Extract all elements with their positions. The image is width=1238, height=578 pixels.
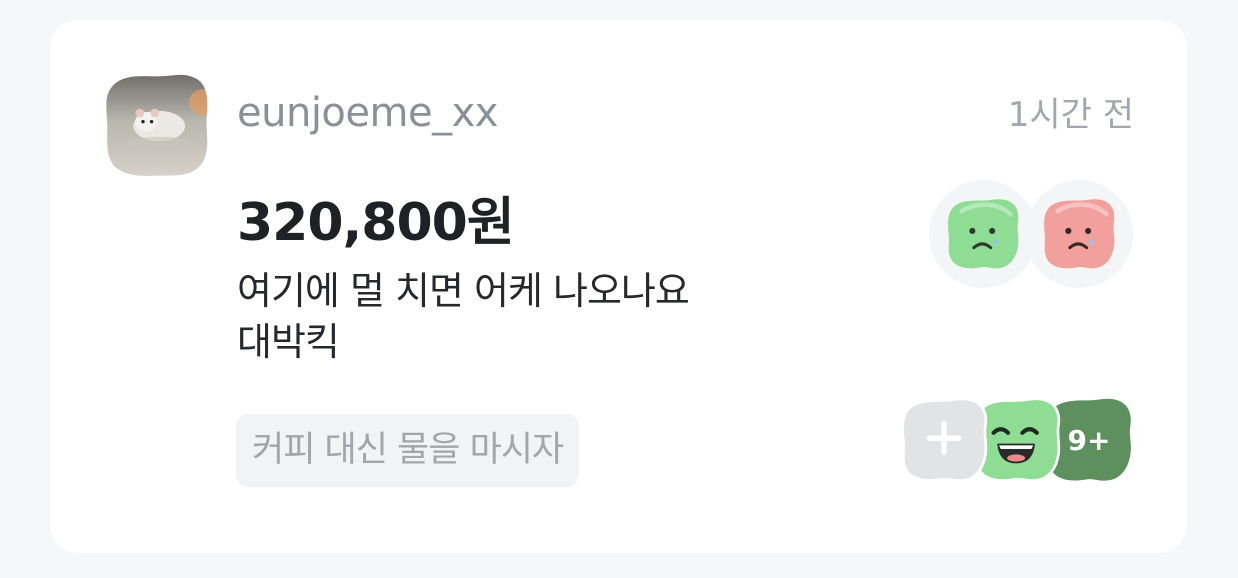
category-tag[interactable]: 커피 대신 물을 마시자: [236, 414, 580, 487]
memo-line: 여기에 멀 치면 어케 나오나요: [237, 269, 690, 313]
memo-text: 여기에 멀 치면 어케 나오나요 대박킥: [237, 266, 857, 368]
user-avatar[interactable]: [103, 72, 211, 180]
memo-line: 대박킥: [237, 320, 340, 364]
timestamp: 1시간 전: [1007, 95, 1134, 135]
username[interactable]: eunjoeme_xx: [237, 90, 498, 136]
amount: 320,800원: [237, 193, 515, 253]
sad-green-face-icon: [948, 199, 1019, 269]
sad-red-face-icon: [1044, 199, 1115, 269]
plus-icon: [901, 397, 988, 482]
sad-green-reaction-button[interactable]: [929, 180, 1037, 288]
hamster-avatar-icon: [106, 74, 208, 176]
add-reaction-button[interactable]: [899, 395, 989, 485]
sad-red-reaction-button[interactable]: [1025, 180, 1133, 288]
